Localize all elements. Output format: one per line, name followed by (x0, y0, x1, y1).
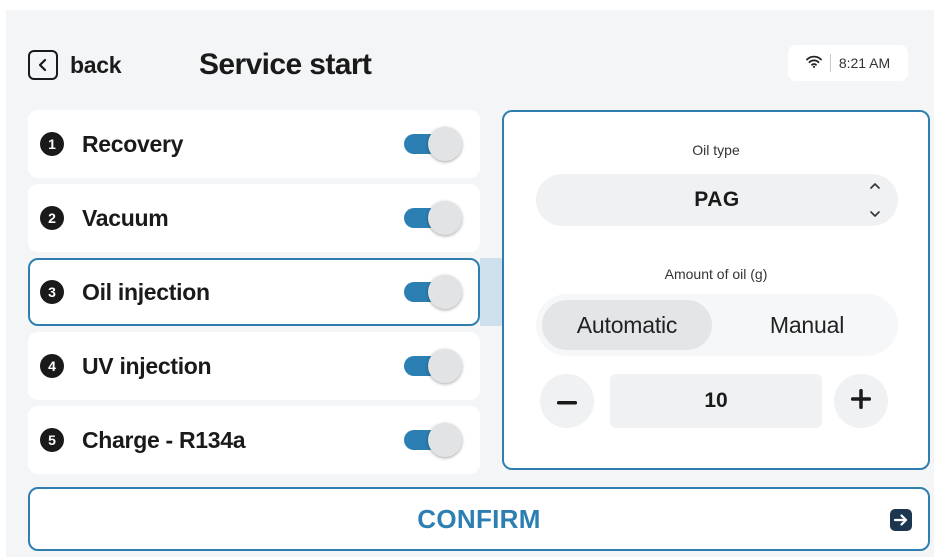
step-label: Recovery (82, 130, 184, 157)
amount-of-oil-label: Amount of oil (g) (664, 266, 768, 282)
step-label: UV injection (82, 352, 212, 379)
step-number: 4 (40, 354, 64, 378)
step-toggle[interactable] (404, 127, 466, 161)
confirm-label: CONFIRM (417, 504, 541, 534)
active-step-connector (480, 258, 504, 326)
plus-icon (851, 388, 871, 414)
decrement-button[interactable] (540, 374, 594, 428)
clock-time: 8:21 AM (838, 55, 891, 71)
amount-mode-segmented-control: Automatic Manual (536, 294, 898, 356)
toggle-knob (428, 275, 462, 309)
status-divider (829, 54, 831, 72)
amount-value[interactable]: 10 (610, 374, 822, 428)
step-uv-injection[interactable]: 4 UV injection (28, 332, 480, 400)
step-label: Vacuum (82, 204, 169, 231)
toggle-knob (428, 423, 462, 457)
step-vacuum[interactable]: 2 Vacuum (28, 184, 480, 252)
step-number: 2 (40, 206, 64, 230)
step-toggle[interactable] (404, 349, 466, 383)
toggle-knob (428, 127, 462, 161)
oil-settings-panel: Oil type PAG Amount of oil (g) Automatic… (502, 110, 930, 470)
step-number: 5 (40, 428, 64, 452)
step-charge[interactable]: 5 Charge - R134a (28, 406, 480, 474)
step-oil-injection[interactable]: 3 Oil injection (28, 258, 480, 326)
header: back Service start 8:21 AM (6, 40, 934, 90)
mode-manual[interactable]: Manual (722, 300, 892, 350)
toggle-knob (428, 201, 462, 235)
step-number: 3 (40, 280, 64, 304)
back-label: back (70, 51, 122, 78)
step-label: Oil injection (82, 278, 210, 305)
page-title: Service start (199, 48, 372, 81)
arrow-right-icon (890, 509, 912, 531)
minus-icon (557, 392, 577, 410)
step-toggle[interactable] (404, 423, 466, 457)
status-indicator: 8:21 AM (788, 45, 908, 81)
mode-automatic[interactable]: Automatic (542, 300, 712, 350)
oil-type-value: PAG (694, 188, 740, 211)
step-recovery[interactable]: 1 Recovery (28, 110, 480, 178)
step-number: 1 (40, 132, 64, 156)
increment-button[interactable] (834, 374, 888, 428)
toggle-knob (428, 349, 462, 383)
confirm-button[interactable]: CONFIRM (28, 487, 930, 551)
app-screen: back Service start 8:21 AM 1 Recovery 2 (6, 10, 934, 557)
wifi-icon (805, 55, 822, 71)
chevron-up-down-icon (868, 182, 882, 218)
oil-type-select[interactable]: PAG (536, 174, 898, 226)
step-toggle[interactable] (404, 201, 466, 235)
oil-type-label: Oil type (692, 142, 740, 158)
back-button[interactable]: back (28, 48, 122, 82)
step-toggle[interactable] (404, 275, 466, 309)
step-label: Charge - R134a (82, 426, 246, 453)
chevron-left-icon (28, 50, 58, 80)
